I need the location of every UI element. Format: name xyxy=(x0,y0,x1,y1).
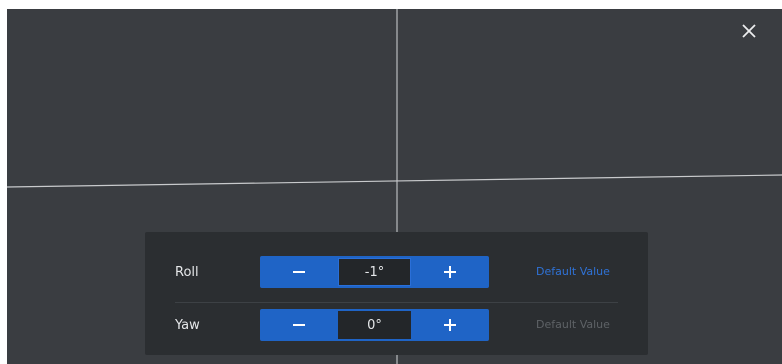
plus-icon xyxy=(444,266,456,278)
horizon-line xyxy=(7,174,782,188)
roll-label: Roll xyxy=(175,265,199,280)
roll-default-value-link[interactable]: Default Value xyxy=(536,265,610,278)
row-divider xyxy=(175,302,618,303)
yaw-increase-button[interactable] xyxy=(411,309,489,341)
yaw-stepper: 0° xyxy=(260,309,489,341)
adjustment-panel: Roll -1° Default Value Yaw 0° Default Va… xyxy=(145,232,648,355)
minus-icon xyxy=(293,324,305,326)
roll-stepper: -1° xyxy=(260,256,489,288)
roll-decrease-button[interactable] xyxy=(260,256,338,288)
close-button[interactable] xyxy=(739,21,759,41)
minus-icon xyxy=(293,271,305,273)
close-icon xyxy=(742,24,756,38)
preview-viewport: Roll -1° Default Value Yaw 0° Default Va… xyxy=(7,9,782,364)
yaw-default-value-link: Default Value xyxy=(536,318,610,331)
roll-row: Roll -1° Default Value xyxy=(145,256,648,290)
yaw-row: Yaw 0° Default Value xyxy=(145,309,648,343)
plus-icon xyxy=(444,319,456,331)
roll-value-field[interactable]: -1° xyxy=(338,258,411,286)
yaw-value-field[interactable]: 0° xyxy=(338,311,411,339)
yaw-decrease-button[interactable] xyxy=(260,309,338,341)
yaw-label: Yaw xyxy=(175,318,200,333)
roll-increase-button[interactable] xyxy=(411,256,489,288)
